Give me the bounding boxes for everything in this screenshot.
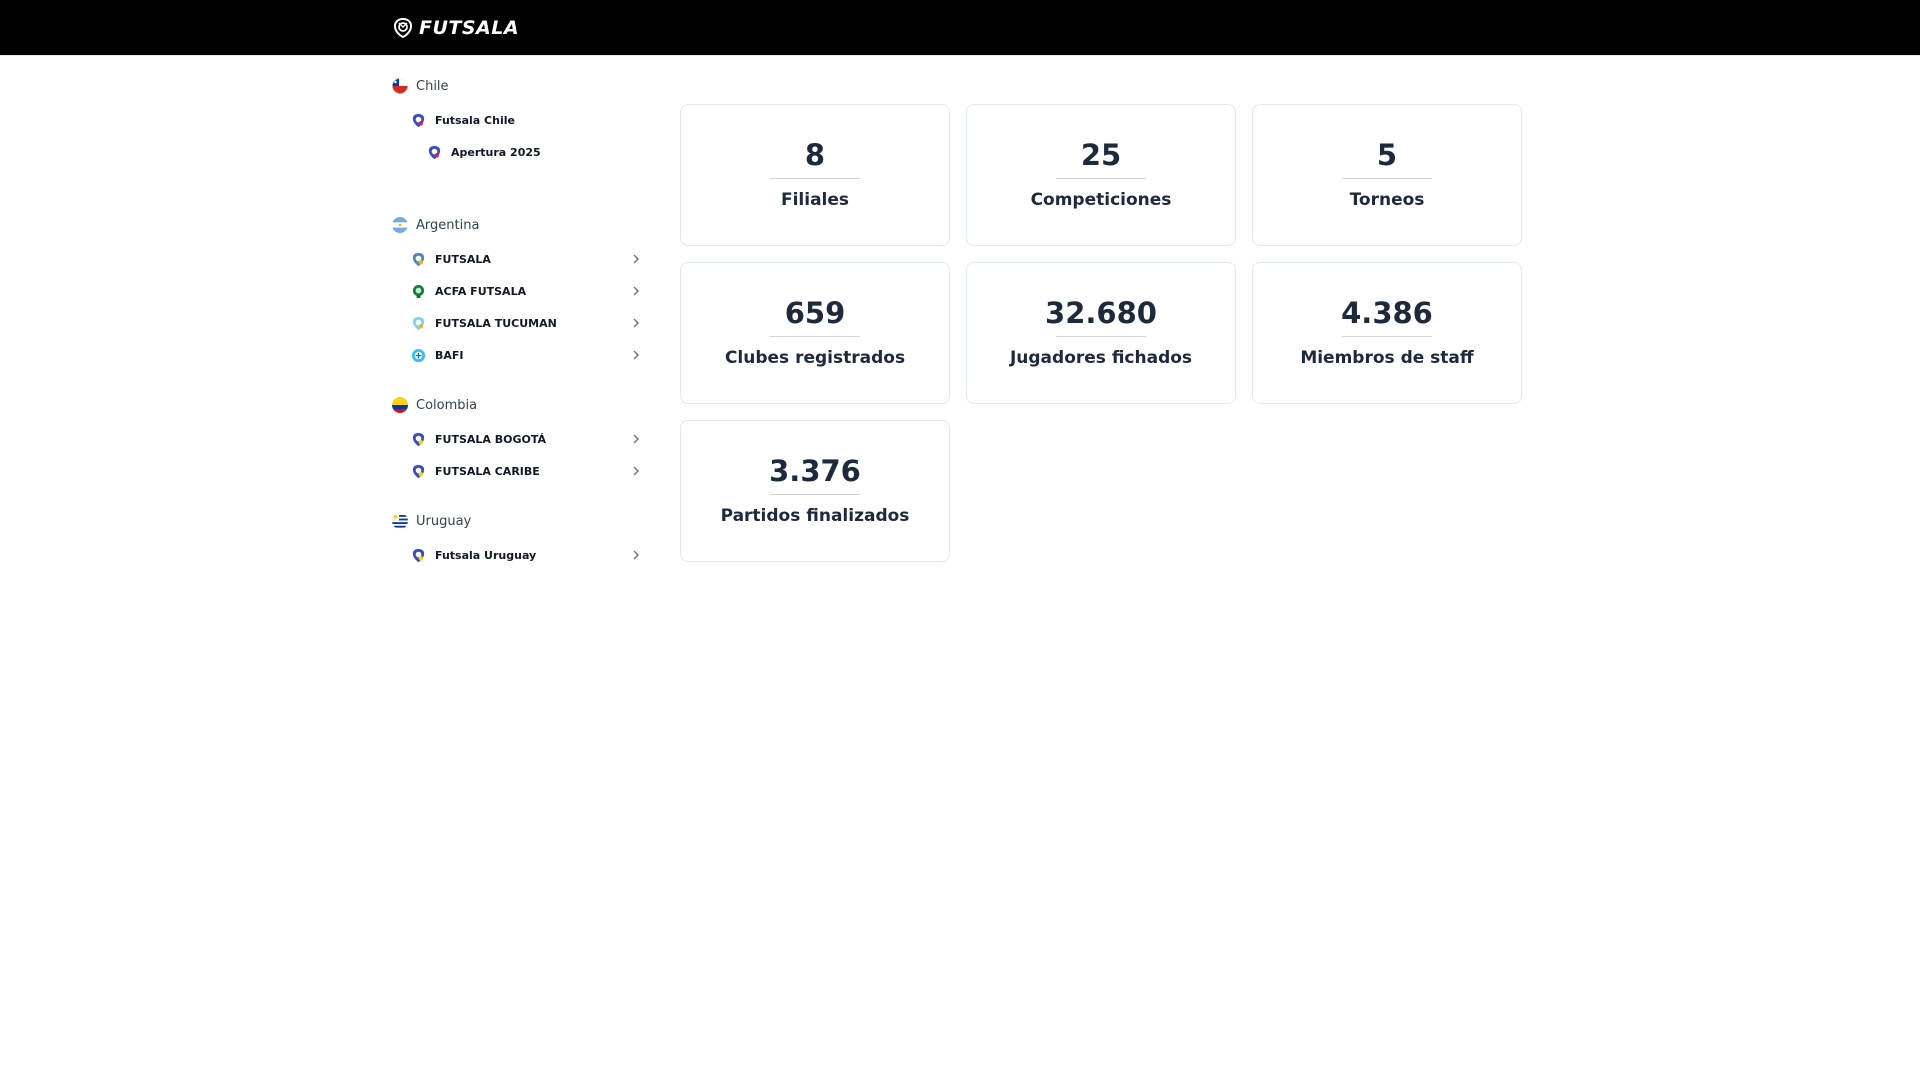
sidebar-item-bafi[interactable]: BAFI bbox=[392, 339, 642, 371]
futsala-shield-icon bbox=[412, 252, 425, 266]
divider bbox=[1056, 335, 1146, 337]
org-name: FUTSALA TUCUMAN bbox=[435, 316, 557, 330]
top-bar: FUTSALA bbox=[0, 0, 1920, 56]
futsala-shield-icon bbox=[412, 316, 425, 330]
org-name: BAFI bbox=[435, 348, 464, 362]
futsala-logo[interactable]: FUTSALA bbox=[392, 15, 519, 41]
chevron-right-icon[interactable] bbox=[630, 465, 642, 477]
country-group-chile: Chile Futsala Chile Apertura 2025 bbox=[392, 68, 642, 169]
divider bbox=[770, 493, 860, 495]
country-name: Chile bbox=[416, 78, 449, 94]
chevron-right-icon[interactable] bbox=[630, 285, 642, 297]
futsala-shield-icon bbox=[412, 432, 425, 446]
chevron-right-icon[interactable] bbox=[630, 433, 642, 445]
futsala-shield-icon bbox=[412, 464, 425, 478]
stat-value: 25 bbox=[1080, 137, 1122, 172]
country-row-chile[interactable]: Chile bbox=[392, 68, 642, 104]
stat-card-staff: 4.386 Miembros de staff bbox=[1252, 262, 1522, 404]
org-name: Apertura 2025 bbox=[451, 146, 541, 159]
country-group-argentina: Argentina FUTSALA ACFA FUTSALA FUTSALA T… bbox=[392, 207, 642, 371]
sidebar-item-apertura-2025[interactable]: Apertura 2025 bbox=[392, 136, 642, 169]
sidebar: Chile Futsala Chile Apertura 2025 Argent… bbox=[392, 56, 642, 571]
logo-text: FUTSALA bbox=[419, 17, 520, 39]
stats-grid: 8 Filiales 25 Competiciones 5 Torneos 65… bbox=[680, 104, 1522, 562]
org-name: FUTSALA CARIBE bbox=[435, 464, 540, 478]
stat-value: 659 bbox=[784, 295, 846, 330]
stat-card-competiciones: 25 Competiciones bbox=[966, 104, 1236, 246]
stat-label: Filiales bbox=[780, 189, 850, 210]
country-group-colombia: Colombia FUTSALA BOGOTÁ FUTSALA CARIBE bbox=[392, 387, 642, 487]
stat-label: Miembros de staff bbox=[1300, 347, 1474, 368]
country-row-argentina[interactable]: Argentina bbox=[392, 207, 642, 243]
country-row-colombia[interactable]: Colombia bbox=[392, 387, 642, 423]
sidebar-item-acfa-futsala[interactable]: ACFA FUTSALA bbox=[392, 275, 642, 307]
stat-value: 5 bbox=[1376, 137, 1398, 172]
stat-card-jugadores: 32.680 Jugadores fichados bbox=[966, 262, 1236, 404]
stat-value: 8 bbox=[804, 137, 826, 172]
country-name: Argentina bbox=[416, 217, 480, 233]
divider bbox=[770, 335, 860, 337]
divider bbox=[1342, 177, 1432, 179]
futsala-shield-icon bbox=[428, 145, 441, 160]
divider bbox=[1056, 177, 1146, 179]
stat-label: Competiciones bbox=[1030, 189, 1172, 210]
ball-shield-icon bbox=[393, 17, 413, 39]
sidebar-item-futsala-chile[interactable]: Futsala Chile bbox=[392, 104, 642, 136]
org-name: ACFA FUTSALA bbox=[435, 284, 527, 298]
futsala-shield-icon bbox=[412, 113, 425, 127]
sidebar-item-futsala-bogota[interactable]: FUTSALA BOGOTÁ bbox=[392, 423, 642, 455]
chile-flag-icon bbox=[392, 78, 408, 94]
sidebar-item-futsala-caribe[interactable]: FUTSALA CARIBE bbox=[392, 455, 642, 487]
chevron-right-icon[interactable] bbox=[630, 349, 642, 361]
colombia-flag-icon bbox=[392, 397, 408, 413]
stat-card-clubes: 659 Clubes registrados bbox=[680, 262, 950, 404]
stat-card-torneos: 5 Torneos bbox=[1252, 104, 1522, 246]
divider bbox=[1342, 335, 1432, 337]
stat-value: 32.680 bbox=[1045, 295, 1157, 330]
org-name: Futsala Chile bbox=[435, 113, 515, 127]
futsala-shield-icon bbox=[412, 548, 425, 562]
stat-card-partidos: 3.376 Partidos finalizados bbox=[680, 420, 950, 562]
stat-label: Partidos finalizados bbox=[720, 505, 910, 526]
divider bbox=[770, 177, 860, 179]
sidebar-item-futsala-tucuman[interactable]: FUTSALA TUCUMAN bbox=[392, 307, 642, 339]
stat-label: Jugadores fichados bbox=[1009, 347, 1193, 368]
chevron-right-icon[interactable] bbox=[630, 253, 642, 265]
sidebar-item-futsala-uruguay[interactable]: Futsala Uruguay bbox=[392, 539, 642, 571]
stat-label: Clubes registrados bbox=[724, 347, 906, 368]
country-name: Colombia bbox=[416, 397, 478, 413]
acfa-logo-icon bbox=[412, 284, 425, 298]
chevron-right-icon[interactable] bbox=[630, 549, 642, 561]
uruguay-flag-icon bbox=[392, 513, 408, 529]
country-group-uruguay: Uruguay Futsala Uruguay bbox=[392, 503, 642, 571]
org-name: FUTSALA bbox=[435, 252, 491, 266]
stat-value: 3.376 bbox=[769, 453, 861, 488]
argentina-flag-icon bbox=[392, 217, 408, 233]
stat-card-filiales: 8 Filiales bbox=[680, 104, 950, 246]
org-name: FUTSALA BOGOTÁ bbox=[435, 432, 547, 446]
country-name: Uruguay bbox=[416, 513, 472, 529]
country-row-uruguay[interactable]: Uruguay bbox=[392, 503, 642, 539]
bafi-logo-icon bbox=[411, 348, 426, 362]
sidebar-item-futsala[interactable]: FUTSALA bbox=[392, 243, 642, 275]
stat-value: 4.386 bbox=[1341, 295, 1433, 330]
stat-label: Torneos bbox=[1349, 189, 1425, 210]
chevron-right-icon[interactable] bbox=[630, 317, 642, 329]
org-name: Futsala Uruguay bbox=[435, 548, 537, 562]
